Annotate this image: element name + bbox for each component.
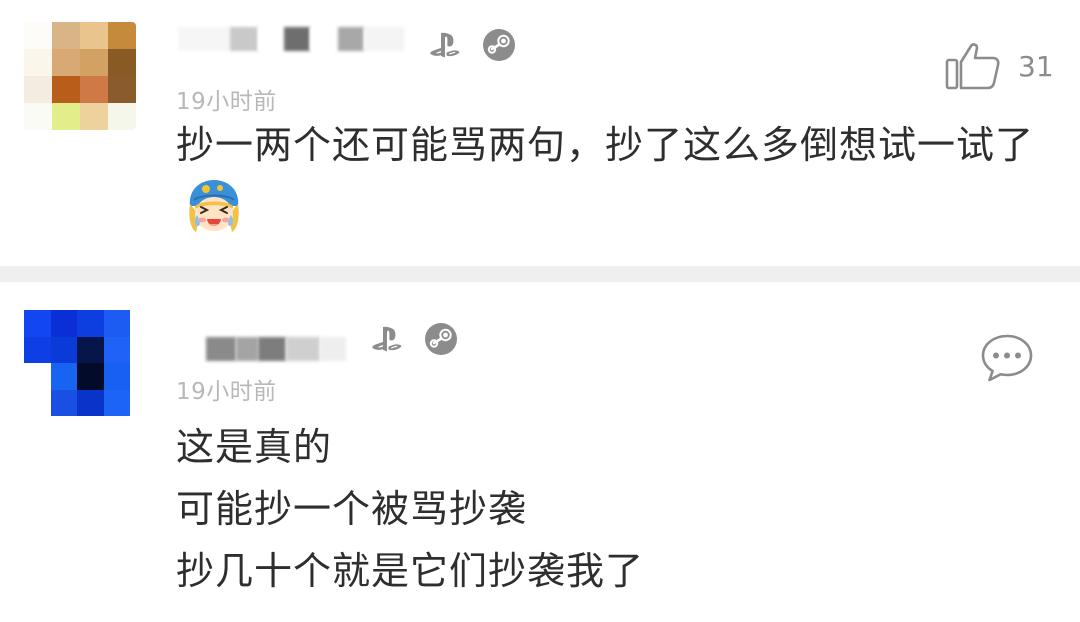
avatar[interactable]: [24, 22, 136, 130]
playstation-icon: [430, 32, 460, 58]
comment-body: 抄一两个还可能骂两句，抄了这么多倒想试一试了: [176, 123, 1035, 167]
avatar[interactable]: [24, 310, 130, 416]
comment-text: 这是真的 可能抄一个被骂抄袭 抄几十个就是它们抄袭我了: [176, 416, 1036, 602]
platform-badges: [428, 28, 516, 62]
comment-line: 这是真的: [176, 425, 333, 469]
comment-bubble-icon[interactable]: [980, 332, 1034, 384]
thumbs-up-icon: [945, 43, 1000, 90]
comment-timestamp: 19小时前: [176, 379, 277, 405]
like-button[interactable]: 31: [944, 40, 1054, 92]
username-blurred[interactable]: [176, 336, 346, 362]
steam-icon: [425, 323, 457, 355]
comment-divider: [0, 266, 1080, 282]
like-count: 31: [1018, 49, 1054, 83]
crying-laughing-sticker-icon: [189, 180, 239, 232]
comment-timestamp: 19小时前: [176, 89, 277, 115]
comment-line: 可能抄一个被骂抄袭: [176, 487, 528, 531]
comment-line: 抄几十个就是它们抄袭我了: [176, 549, 645, 593]
comment-item-1: 19小时前 抄一两个还可能骂两句，抄了这么多倒想试一试了 31: [0, 0, 1080, 266]
username-blurred[interactable]: [178, 26, 404, 52]
platform-badges: [370, 322, 458, 356]
comment-text: 抄一两个还可能骂两句，抄了这么多倒想试一试了: [176, 114, 1036, 240]
steam-icon: [483, 29, 515, 61]
playstation-icon: [372, 326, 402, 352]
